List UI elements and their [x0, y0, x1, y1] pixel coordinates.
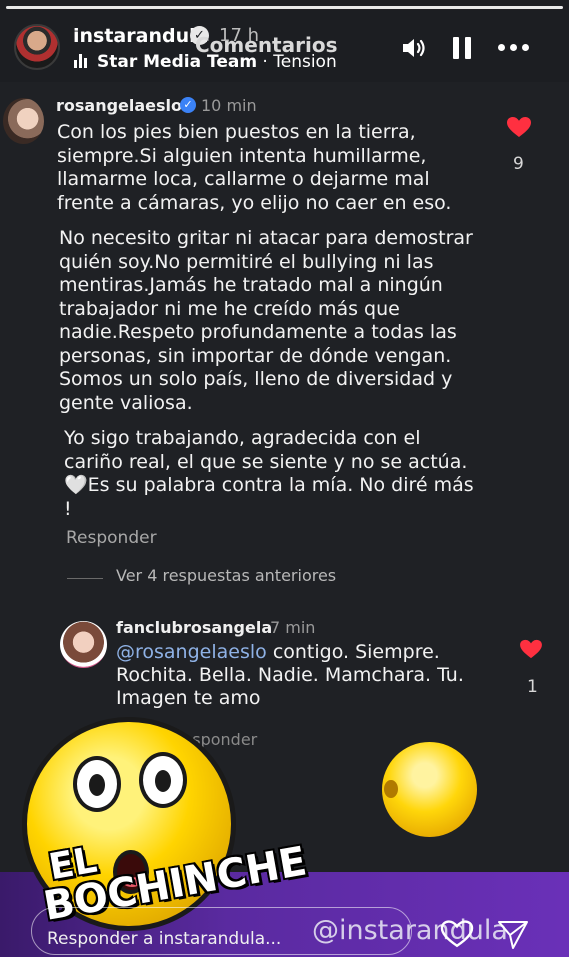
music-label[interactable]: Star Media Team · Tension — [97, 52, 337, 72]
music-artist: Star Media Team — [97, 52, 258, 72]
profile-avatar[interactable] — [14, 24, 60, 70]
reply-button[interactable]: Responder — [66, 528, 157, 548]
reply-body: @rosangelaeslo contigo. Siempre. Rochita… — [116, 641, 476, 710]
heart-icon[interactable] — [440, 919, 474, 953]
music-song: Tension — [273, 52, 337, 72]
comment-paragraph: No necesito gritar ni atacar para demost… — [59, 227, 473, 414]
heart-icon[interactable] — [506, 116, 532, 138]
music-bars-icon — [74, 54, 90, 68]
reply-avatar[interactable] — [60, 621, 107, 668]
divider — [67, 578, 103, 579]
profile-username[interactable]: instarandula — [73, 25, 208, 47]
view-replies-button[interactable]: Ver 4 respuestas anteriores — [116, 566, 336, 585]
side-emoji — [382, 742, 477, 837]
story-header: instarandula ✓ 17 h Comentarios Star Med… — [0, 0, 569, 86]
reply-username[interactable]: fanclubrosangela — [116, 618, 272, 637]
like-count: 9 — [513, 154, 524, 174]
emoji-eye — [73, 756, 121, 812]
comment-paragraph: Yo sigo trabajando, agradecida con el ca… — [64, 427, 474, 520]
emoji-eye — [139, 752, 187, 808]
send-icon[interactable] — [496, 919, 530, 955]
verified-icon: ✓ — [180, 97, 196, 113]
commenter-avatar[interactable] — [3, 98, 44, 144]
pause-icon[interactable] — [453, 37, 471, 59]
reply-input-placeholder: Responder a instarandula... — [47, 929, 282, 949]
comment-time: 10 min — [201, 96, 257, 115]
watermark: @instarandula — [312, 915, 508, 946]
mention-link[interactable]: @rosangelaeslo — [116, 641, 267, 663]
more-icon[interactable] — [498, 44, 529, 51]
comment-body: Con los pies bien puestos en la tierra, … — [57, 121, 482, 533]
heart-icon[interactable] — [519, 639, 543, 659]
comment-paragraph: Con los pies bien puestos en la tierra, … — [57, 121, 452, 214]
reply-time: 7 min — [270, 618, 316, 637]
like-count: 1 — [527, 677, 538, 697]
music-separator: · — [257, 52, 274, 72]
sound-icon[interactable] — [401, 36, 427, 64]
commenter-username[interactable]: rosangelaeslo — [56, 96, 182, 115]
